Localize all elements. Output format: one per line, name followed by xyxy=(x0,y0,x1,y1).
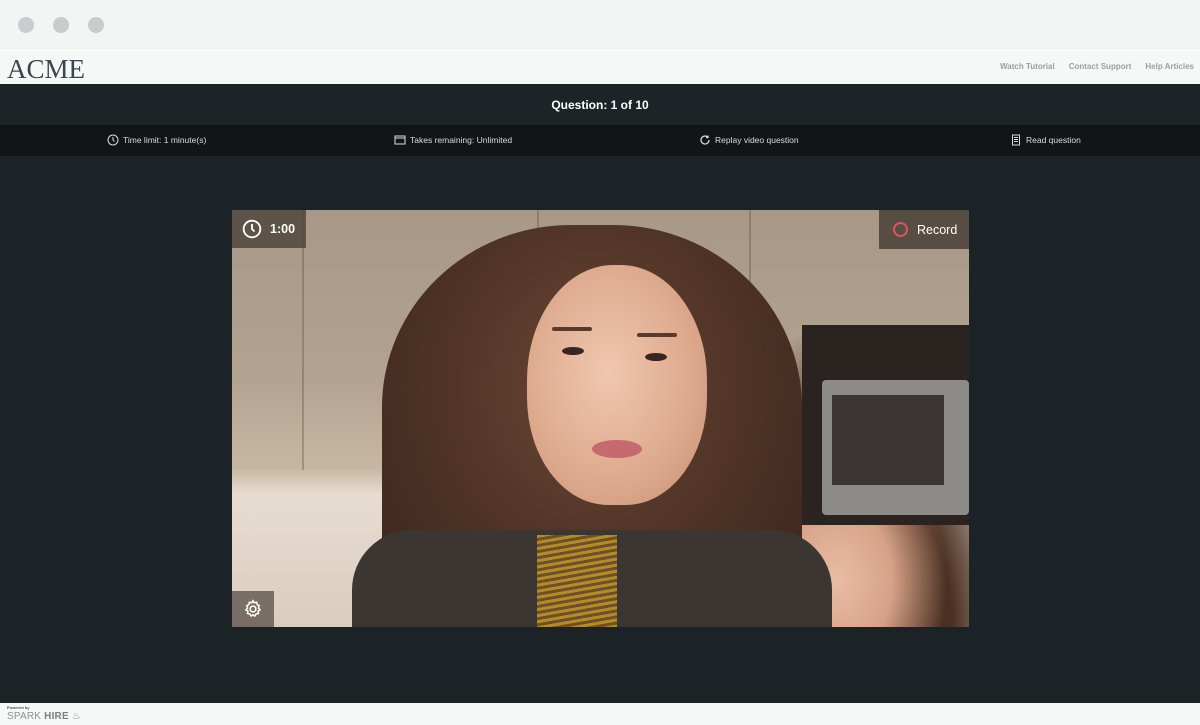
clock-icon xyxy=(242,219,262,239)
gear-icon xyxy=(244,599,262,618)
person-shirt xyxy=(537,535,617,627)
microwave-door xyxy=(822,380,969,515)
replay-video-button[interactable]: Replay video question xyxy=(699,134,799,146)
watch-tutorial-link[interactable]: Watch Tutorial xyxy=(1000,62,1055,71)
document-icon xyxy=(1012,134,1020,146)
contact-support-link[interactable]: Contact Support xyxy=(1069,62,1132,71)
header-links: Watch Tutorial Contact Support Help Arti… xyxy=(1000,62,1194,71)
spark-hire-logo: SPARK HIRE ♨ xyxy=(7,711,81,722)
takes-remaining-item: Takes remaining: Unlimited xyxy=(394,134,512,146)
eye xyxy=(645,353,667,361)
eye xyxy=(562,347,584,355)
brow xyxy=(552,327,592,331)
time-limit-item: Time limit: 1 minute(s) xyxy=(107,134,206,146)
takes-remaining-label: Takes remaining: Unlimited xyxy=(410,135,513,145)
replay-video-label: Replay video question xyxy=(715,135,799,145)
background-microwave xyxy=(802,325,969,525)
powered-by-label: Powered by xyxy=(7,705,30,710)
read-question-button[interactable]: Read question xyxy=(1010,134,1081,146)
window-minimize-button[interactable] xyxy=(53,17,69,33)
footer: Powered by SPARK HIRE ♨ xyxy=(0,703,1200,725)
brand-light: SPARK xyxy=(7,711,42,722)
help-articles-link[interactable]: Help Articles xyxy=(1145,62,1194,71)
question-bar: Question: 1 of 10 xyxy=(0,84,1200,125)
brow xyxy=(637,333,677,337)
record-button[interactable]: Record xyxy=(879,210,969,249)
lips xyxy=(592,440,642,458)
person-face xyxy=(527,265,707,505)
timer-value: 1:00 xyxy=(270,222,296,236)
replay-icon xyxy=(700,135,710,145)
record-icon xyxy=(893,222,908,237)
info-bar: Time limit: 1 minute(s) Takes remaining:… xyxy=(0,125,1200,156)
question-counter: Question: 1 of 10 xyxy=(551,97,649,112)
read-question-label: Read question xyxy=(1026,135,1081,145)
microwave-window xyxy=(832,395,944,485)
window-icon xyxy=(394,135,406,145)
camera-preview xyxy=(232,210,969,627)
countdown-timer: 1:00 xyxy=(232,210,306,248)
top-header: ACME Watch Tutorial Contact Support Help… xyxy=(0,50,1200,84)
settings-button[interactable] xyxy=(232,591,274,627)
brand-bold: HIRE xyxy=(44,711,69,722)
flame-icon: ♨ xyxy=(71,711,82,722)
acme-logo: ACME xyxy=(7,54,86,84)
time-limit-label: Time limit: 1 minute(s) xyxy=(123,135,207,145)
record-label: Record xyxy=(917,222,958,237)
window-close-button[interactable] xyxy=(18,17,34,33)
window-chrome xyxy=(0,0,1200,50)
clock-icon xyxy=(107,134,119,146)
window-maximize-button[interactable] xyxy=(88,17,104,33)
cabinet-line xyxy=(302,210,304,470)
